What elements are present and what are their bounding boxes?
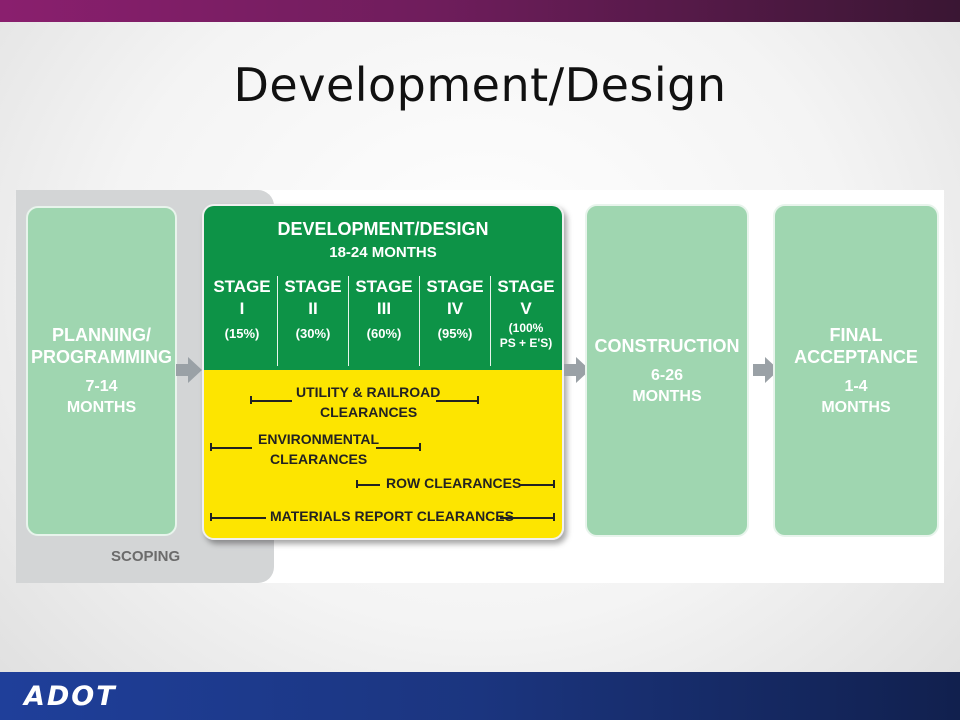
planning-duration-unit: MONTHS	[66, 399, 137, 416]
scoping-label: SCOPING	[111, 548, 181, 565]
stage-percent: (15%)	[224, 326, 260, 341]
stage-number: V	[520, 299, 532, 318]
slide-title: Development/Design	[233, 58, 727, 112]
materials-span-line-right	[500, 517, 554, 519]
stage-3: STAGE III (60%)	[348, 276, 419, 366]
planning-name-line2: PROGRAMMING	[31, 347, 172, 367]
final-acceptance-phase-box: FINAL ACCEPTANCE 1-4 MONTHS	[773, 204, 939, 537]
right-arrow-icon	[176, 357, 202, 383]
env-span-line-right	[376, 447, 420, 449]
stage-percent: (60%)	[366, 326, 402, 341]
construction-phase-box: CONSTRUCTION 6-26 MONTHS	[585, 204, 749, 537]
utility-span-line-left	[250, 400, 292, 402]
stage-1: STAGE I (15%)	[207, 276, 277, 366]
final-duration-value: 1-4	[844, 377, 868, 395]
materials-span-end-tick	[553, 513, 555, 521]
utility-label-line1: UTILITY & RAILROAD	[296, 384, 441, 400]
final-name-line1: FINAL	[829, 324, 883, 345]
stage-number: III	[376, 299, 392, 318]
development-title: DEVELOPMENT/DESIGN	[277, 219, 489, 239]
process-diagram: SCOPING PLANNING/ PROGRAMMING 7-14 MONTH…	[16, 190, 944, 583]
stage-5: STAGE V (100% PS + E'S)	[490, 276, 561, 366]
clearances-panel: UTILITY & RAILROAD CLEARANCES ENVIRONMEN…	[204, 370, 562, 538]
env-span-end-tick	[419, 443, 421, 451]
env-span-line-left	[210, 447, 252, 449]
stages-row: STAGE I (15%) STAGE II (30%) STAGE III (…	[207, 276, 561, 366]
materials-label: MATERIALS REPORT CLEARANCES	[270, 508, 514, 524]
planning-phase-box: PLANNING/ PROGRAMMING 7-14 MONTHS	[26, 206, 177, 536]
materials-span-line-left	[210, 517, 266, 519]
stage-percent-line2: PS + E'S)	[499, 336, 553, 350]
final-duration-unit: MONTHS	[821, 398, 891, 416]
construction-duration-value: 6-26	[650, 366, 684, 384]
row-span-line-right	[520, 484, 554, 486]
stage-number: II	[308, 299, 318, 318]
stage-heading: STAGE	[497, 277, 555, 296]
row-label: ROW CLEARANCES	[386, 475, 522, 491]
development-header: DEVELOPMENT/DESIGN 18-24 MONTHS STAGE I …	[204, 206, 562, 370]
stage-percent-line1: (100%	[508, 321, 544, 335]
utility-label-line2: CLEARANCES	[320, 404, 418, 420]
construction-name: CONSTRUCTION	[594, 335, 740, 356]
stage-number: IV	[446, 299, 464, 318]
row-span-end-tick	[553, 480, 555, 488]
top-accent-bar	[0, 0, 960, 22]
env-label-line1: ENVIRONMENTAL	[258, 431, 380, 447]
development-design-box: DEVELOPMENT/DESIGN 18-24 MONTHS STAGE I …	[202, 204, 564, 540]
env-label-line2: CLEARANCES	[270, 451, 368, 467]
planning-duration-value: 7-14	[85, 378, 118, 395]
stage-percent: (30%)	[295, 326, 331, 341]
stage-4: STAGE IV (95%)	[419, 276, 490, 366]
stage-heading: STAGE	[355, 277, 413, 296]
row-span-line-left	[356, 484, 380, 486]
development-duration: 18-24 MONTHS	[329, 244, 437, 261]
planning-name-line1: PLANNING/	[52, 325, 151, 345]
utility-span-line-right	[436, 400, 478, 402]
utility-span-end-tick	[477, 396, 479, 404]
stage-heading: STAGE	[426, 277, 484, 296]
stage-2: STAGE II (30%)	[277, 276, 348, 366]
stage-number: I	[239, 299, 245, 318]
stage-heading: STAGE	[284, 277, 342, 296]
final-name-line2: ACCEPTANCE	[794, 346, 918, 367]
footer-bar: ADOT	[0, 672, 960, 720]
stage-heading: STAGE	[213, 277, 271, 296]
construction-duration-unit: MONTHS	[632, 387, 702, 405]
stage-percent: (95%)	[437, 326, 473, 341]
adot-logo: ADOT	[24, 681, 117, 712]
